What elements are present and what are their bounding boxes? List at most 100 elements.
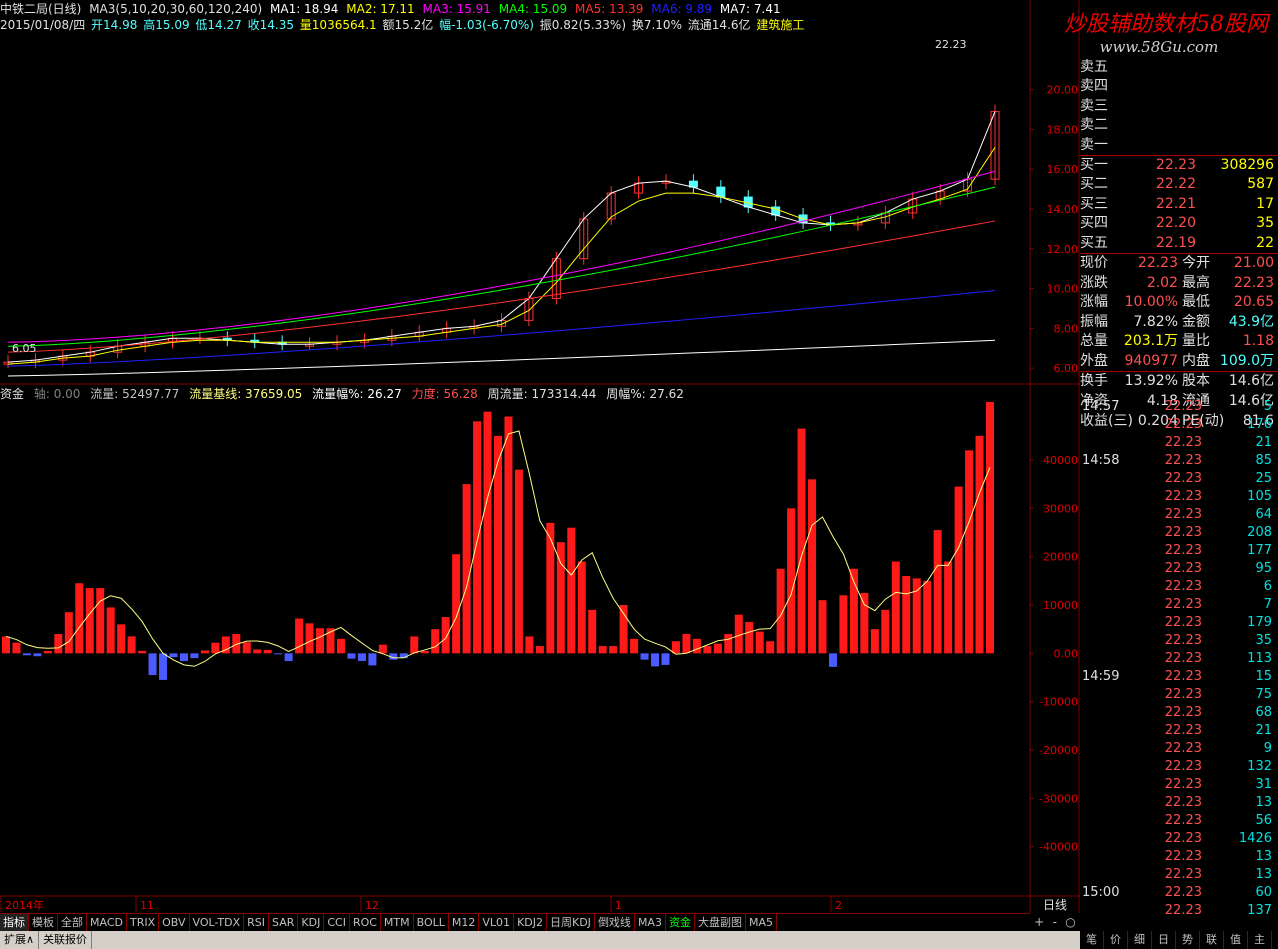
- right-status-tab-0[interactable]: 笔: [1080, 931, 1104, 949]
- tab-12[interactable]: MTM: [381, 914, 414, 931]
- fund-bar: [724, 634, 733, 654]
- tick-row: 22.23 35: [1080, 632, 1278, 650]
- sell-row: 卖三: [1080, 97, 1278, 116]
- right-status-tab-3[interactable]: 日: [1152, 931, 1176, 949]
- tick-time: [1080, 416, 1142, 434]
- tick-time: [1080, 776, 1142, 794]
- tab-6[interactable]: VOL-TDX: [190, 914, 245, 931]
- stat-label: 现价: [1080, 254, 1108, 271]
- tick-vol: 56: [1255, 813, 1272, 828]
- tab-15[interactable]: VL01: [479, 914, 515, 931]
- fund-bar: [944, 561, 953, 654]
- tab-20[interactable]: 资金: [666, 914, 695, 931]
- tab-17[interactable]: 日周KDJ: [547, 914, 595, 931]
- tab-1[interactable]: 模板: [29, 914, 58, 931]
- tab-5[interactable]: OBV: [159, 914, 190, 931]
- tab-2[interactable]: 全部: [58, 914, 87, 931]
- fund-bar: [347, 653, 356, 659]
- tick-time: [1080, 506, 1142, 524]
- stat-label-2: 内盘: [1182, 352, 1210, 369]
- right-status-tab-4[interactable]: 势: [1176, 931, 1200, 949]
- tab-18[interactable]: 倒戏线: [595, 914, 635, 931]
- tick-price: 22.23: [1164, 561, 1202, 576]
- fund-bar: [808, 479, 817, 654]
- tab-10[interactable]: CCI: [324, 914, 350, 931]
- sell-vol: [1196, 97, 1274, 116]
- right-status-tab-7[interactable]: 主: [1248, 931, 1272, 949]
- fund-bar: [609, 646, 618, 654]
- sell-vol: [1196, 58, 1274, 77]
- stat-value-2: 21.00: [1233, 254, 1274, 271]
- tick-vol: 137: [1247, 903, 1272, 918]
- tab-0[interactable]: 指标: [0, 914, 29, 931]
- fund-bar: [316, 628, 325, 654]
- tick-time: [1080, 596, 1142, 614]
- fund-bar: [912, 578, 921, 654]
- status-button-1[interactable]: 关联报价: [39, 931, 93, 949]
- ind-week: 周流量: 173314.44: [487, 387, 597, 401]
- tick-time: [1080, 740, 1142, 758]
- tab-14[interactable]: M12: [449, 914, 480, 931]
- tab-22[interactable]: MA5: [746, 914, 777, 931]
- right-status-tab-1[interactable]: 价: [1104, 931, 1128, 949]
- buy-label: 买五: [1080, 234, 1108, 251]
- tab-3[interactable]: MACD: [87, 914, 127, 931]
- info-change: 幅-1.03(-6.70%): [439, 18, 534, 32]
- tick-row: 22.23 7: [1080, 596, 1278, 614]
- chart-area[interactable]: 20.0018.0016.0014.0012.0010.008.006.0040…: [0, 0, 1080, 913]
- fund-bar: [462, 484, 471, 654]
- fund-bar: [630, 638, 639, 654]
- zoom-reset-button[interactable]: ○: [1065, 913, 1075, 931]
- fund-bar: [441, 617, 450, 654]
- right-status-tab-5[interactable]: 联: [1200, 931, 1224, 949]
- ma4-value: MA4: 15.09: [498, 2, 568, 16]
- indicator-tabs[interactable]: 指标 模板 全部 MACD TRIX OBV VOL-TDX RSI SAR KDJ CCI ROC M…: [0, 913, 1030, 931]
- right-status-tab-8[interactable]: 筹: [1272, 931, 1278, 949]
- tab-4[interactable]: TRIX: [127, 914, 160, 931]
- tick-time: [1080, 488, 1142, 506]
- tick-row: 22.23 31: [1080, 776, 1278, 794]
- tab-11[interactable]: ROC: [350, 914, 381, 931]
- tick-vol: 113: [1247, 651, 1272, 666]
- tick-vol: 7: [1263, 597, 1272, 612]
- right-status-tabs[interactable]: 笔价细日势联值主筹: [1080, 931, 1278, 949]
- ma3-value: MA3: 15.91: [422, 2, 491, 16]
- tab-13[interactable]: BOLL: [414, 914, 449, 931]
- info-sector: 建筑施工: [756, 18, 805, 32]
- tick-vol: 21: [1255, 723, 1272, 738]
- stat-value: 940977: [1124, 352, 1178, 369]
- status-button-0[interactable]: 扩展∧: [0, 931, 40, 949]
- fund-bar: [190, 653, 199, 659]
- buy-orders: 买一 22.23 308296 买二 22.22 587 买三 22.21 17 买四 22.20 3…: [1080, 154, 1278, 253]
- tab-9[interactable]: KDJ: [298, 914, 325, 931]
- tick-price: 22.23: [1164, 831, 1202, 846]
- tick-price: 22.23: [1164, 795, 1202, 810]
- sell-label: 卖二: [1080, 117, 1108, 134]
- tab-19[interactable]: MA3: [635, 914, 666, 931]
- info-date: 2015/01/08/四: [0, 18, 86, 32]
- zoom-out-button[interactable]: -: [1053, 913, 1057, 931]
- tab-16[interactable]: KDJ2: [514, 914, 547, 931]
- tick-list[interactable]: 14:57 22.23 5 22.23 176 22.23 21 14:58 22.23 85 22…: [1080, 398, 1278, 920]
- tick-price: 22.23: [1164, 597, 1202, 612]
- tick-time: [1080, 614, 1142, 632]
- period-label[interactable]: 日线: [1032, 896, 1078, 912]
- tick-row: 22.23 95: [1080, 560, 1278, 578]
- fund-bar: [420, 650, 429, 654]
- stat-value-2: 20.65: [1233, 294, 1274, 311]
- price-chart: [3, 104, 1000, 377]
- fund-bar: [106, 607, 115, 654]
- zoom-in-button[interactable]: +: [1034, 913, 1044, 931]
- right-status-tab-6[interactable]: 值: [1224, 931, 1248, 949]
- stat-value: 2.02: [1146, 274, 1178, 291]
- ind-axis: 轴: 0.00: [33, 387, 81, 401]
- info-high: 高15.09: [143, 18, 190, 32]
- fund-bar: [159, 653, 168, 680]
- tab-8[interactable]: SAR: [269, 914, 299, 931]
- zoom-controls[interactable]: + - ○: [1030, 913, 1080, 931]
- price-tick-label: 14.00: [1047, 203, 1079, 216]
- fund-label: 换手: [1080, 373, 1108, 390]
- right-status-tab-2[interactable]: 细: [1128, 931, 1152, 949]
- tab-7[interactable]: RSI: [244, 914, 270, 931]
- tab-21[interactable]: 大盘副图: [695, 914, 746, 931]
